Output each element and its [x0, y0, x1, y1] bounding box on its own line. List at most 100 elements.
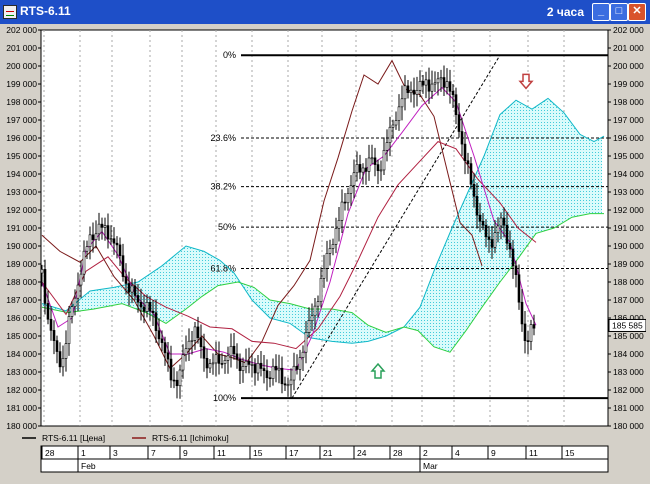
timeframe-label: 2 часа [546, 5, 584, 19]
y-tick-label-left: 190 000 [6, 241, 37, 251]
title-bar[interactable]: RTS-6.11 2 часа _ □ ✕ [0, 0, 650, 24]
candle-body [517, 274, 521, 303]
candle-body [304, 332, 308, 353]
candle-body [136, 295, 140, 303]
minimize-button[interactable]: _ [592, 3, 610, 21]
chart-app-icon [3, 5, 17, 19]
maximize-button[interactable]: □ [610, 3, 628, 21]
candle-body [271, 365, 275, 379]
candle-body [160, 338, 164, 343]
candle-body [232, 345, 236, 355]
candle-body [430, 83, 434, 92]
candle-body [523, 323, 527, 341]
y-tick-label-right: 200 000 [613, 61, 644, 71]
candle-body [505, 224, 509, 244]
candle-body [130, 285, 134, 293]
candle-body [259, 362, 263, 369]
y-tick-label-left: 188 000 [6, 277, 37, 287]
candle-body [43, 269, 47, 304]
y-tick-label-right: 182 000 [613, 385, 644, 395]
candle-body [217, 354, 221, 364]
x-tick-label: 11 [217, 448, 226, 458]
y-tick-label-right: 196 000 [613, 133, 644, 143]
y-tick-label-right: 194 000 [613, 169, 644, 179]
candle-body [205, 357, 209, 369]
candle-body [424, 79, 428, 86]
candle-body [487, 236, 491, 240]
candle-body [58, 351, 62, 368]
candle-body [334, 228, 338, 245]
x-tick-label: 11 [529, 448, 538, 458]
candle-body [76, 284, 80, 299]
candle-body [307, 320, 311, 333]
candle-body [139, 301, 143, 308]
candle-body [463, 143, 467, 162]
y-tick-label-left: 198 000 [6, 97, 37, 107]
candle-body [133, 285, 137, 296]
x-tick-label: 9 [183, 448, 188, 458]
month-label: Mar [423, 461, 438, 471]
candle-body [97, 223, 101, 235]
candle-body [385, 142, 389, 151]
candle-body [397, 106, 401, 121]
x-tick-label: 3 [113, 448, 118, 458]
candle-body [91, 234, 95, 240]
candle-body [469, 163, 473, 185]
candle-body [118, 244, 122, 256]
candle-body [532, 324, 536, 329]
y-tick-label-right: 199 000 [613, 79, 644, 89]
y-tick-label-left: 192 000 [6, 205, 37, 215]
close-button[interactable]: ✕ [628, 3, 646, 21]
candle-body [454, 94, 458, 116]
y-tick-label-right: 193 000 [613, 187, 644, 197]
candle-body [241, 366, 245, 371]
candle-body [508, 242, 512, 250]
y-tick-label-right: 187 000 [613, 295, 644, 305]
candle-body [172, 379, 176, 382]
price-chart[interactable]: 0%23.6%38.2%50%61.8%100%180 000 180 00018… [4, 26, 646, 482]
x-tick-label: 28 [45, 448, 55, 458]
candle-body [433, 82, 437, 85]
y-tick-label-left: 193 000 [6, 187, 37, 197]
candle-body [184, 348, 188, 355]
candle-body [235, 353, 239, 360]
candle-body [313, 305, 317, 317]
candle-body [442, 77, 446, 88]
candle-body [70, 306, 74, 317]
candle-body [460, 131, 464, 145]
candle-body [208, 363, 212, 369]
y-tick-label-right: 195 000 [613, 151, 644, 161]
candle-body [223, 360, 227, 364]
candle-body [496, 225, 500, 233]
y-tick-label-left: 186 000 [6, 313, 37, 323]
candle-body [73, 297, 77, 307]
candle-body [256, 362, 260, 374]
candle-body [418, 80, 422, 91]
candle-body [391, 124, 395, 128]
candle-body [322, 268, 326, 279]
candle-body [328, 248, 332, 254]
candle-body [445, 81, 449, 88]
current-price-label: 185 585 [612, 320, 643, 330]
x-tick-label: 1 [81, 448, 86, 458]
x-tick-label: 15 [253, 448, 263, 458]
candle-body [247, 360, 251, 365]
y-tick-label-left: 195 000 [6, 151, 37, 161]
candle-body [211, 362, 215, 365]
candle-body [289, 379, 293, 386]
candle-body [268, 377, 272, 380]
candle-body [490, 239, 494, 248]
fib-level-label: 50% [218, 222, 236, 232]
candle-body [361, 167, 365, 173]
candle-body [238, 358, 242, 371]
candle-body [331, 244, 335, 249]
candle-body [394, 120, 398, 126]
candle-body [163, 342, 167, 354]
candle-body [355, 164, 359, 174]
y-tick-label-left: 201 000 [6, 43, 37, 53]
y-tick-label-left: 200 000 [6, 61, 37, 71]
y-tick-label-left: 183 000 [6, 367, 37, 377]
candle-body [319, 278, 323, 303]
x-tick-label: 21 [323, 448, 333, 458]
y-tick-label-right: 188 000 [613, 277, 644, 287]
